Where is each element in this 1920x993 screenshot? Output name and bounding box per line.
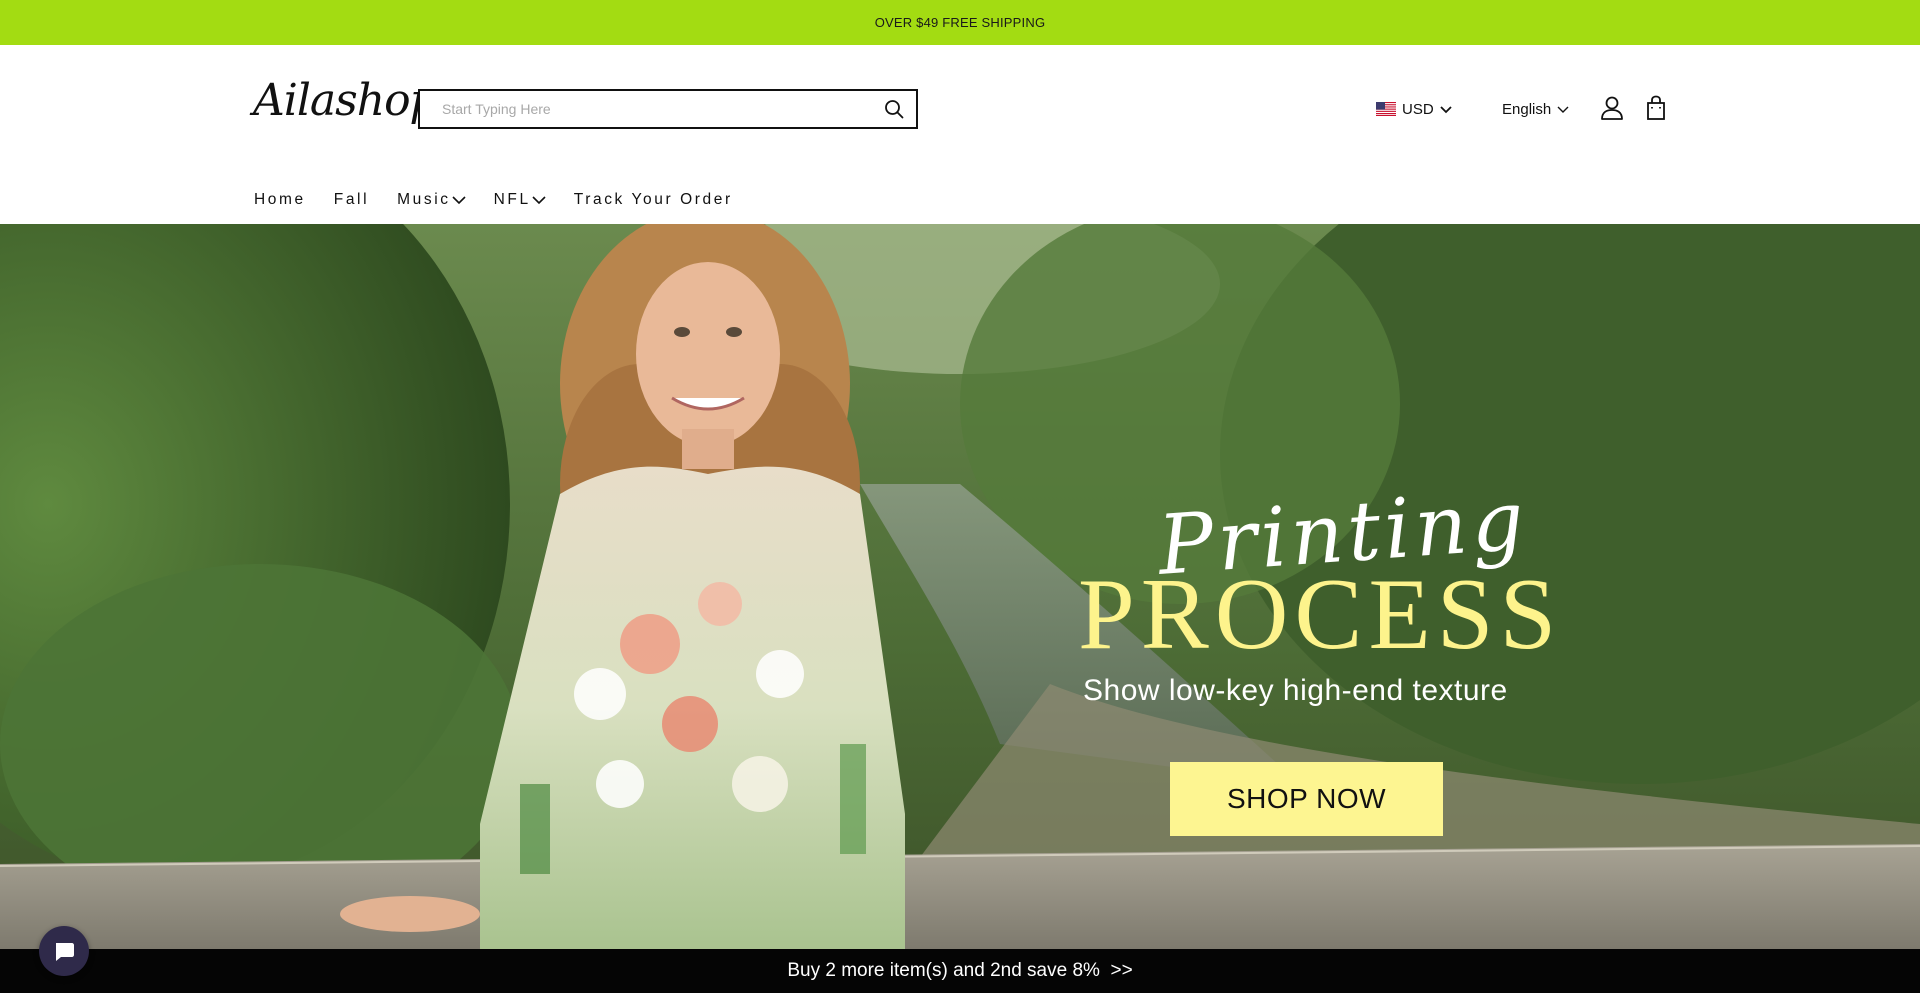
chevron-down-icon <box>532 195 546 204</box>
shopping-bag-icon[interactable] <box>1644 95 1668 121</box>
nav-item-label: Home <box>254 191 306 208</box>
chevron-down-icon <box>1440 101 1452 118</box>
hero-subtitle: Show low-key high-end texture <box>1083 674 1508 707</box>
site-logo[interactable]: Ailashop <box>253 75 438 126</box>
promo-text: Buy 2 more item(s) and 2nd save 8% >> <box>787 960 1133 981</box>
site-header: Ailashop USD <box>0 45 1920 224</box>
promo-bar[interactable]: Buy 2 more item(s) and 2nd save 8% >> <box>0 949 1920 993</box>
hero-banner[interactable]: Printing PROCESS Show low-key high-end t… <box>0 224 1920 949</box>
chevron-down-icon <box>452 195 466 204</box>
language-selector[interactable]: English <box>1502 97 1569 121</box>
chat-bubble-icon <box>56 943 74 961</box>
nav-item-music[interactable]: Music <box>397 191 466 209</box>
shop-now-button[interactable]: SHOP NOW <box>1170 762 1443 836</box>
hero-title: PROCESS <box>1078 558 1563 671</box>
us-flag-icon <box>1376 102 1396 116</box>
language-label: English <box>1502 100 1552 118</box>
nav-item-home[interactable]: Home <box>254 191 306 209</box>
chevron-down-icon <box>1557 101 1569 118</box>
user-icon[interactable] <box>1599 95 1625 121</box>
search-input[interactable] <box>420 91 872 127</box>
nav-item-label: NFL <box>493 191 531 208</box>
nav-item-track-order[interactable]: Track Your Order <box>574 191 733 209</box>
chat-button[interactable] <box>39 926 89 976</box>
hero-background-image <box>0 224 1920 949</box>
announcement-bar: OVER $49 FREE SHIPPING <box>0 0 1920 45</box>
currency-selector[interactable]: USD <box>1376 97 1452 121</box>
nav-item-label: Track Your Order <box>573 191 733 208</box>
nav-item-fall[interactable]: Fall <box>334 191 369 209</box>
nav-item-label: Fall <box>333 191 370 208</box>
nav-item-label: Music <box>397 191 451 208</box>
main-nav: Home Fall Music NFL Track Your Order <box>254 188 761 212</box>
currency-label: USD <box>1402 100 1434 118</box>
search-icon[interactable] <box>872 91 916 127</box>
announcement-text: OVER $49 FREE SHIPPING <box>874 15 1046 30</box>
search-bar <box>418 89 918 129</box>
nav-item-nfl[interactable]: NFL <box>494 191 546 209</box>
